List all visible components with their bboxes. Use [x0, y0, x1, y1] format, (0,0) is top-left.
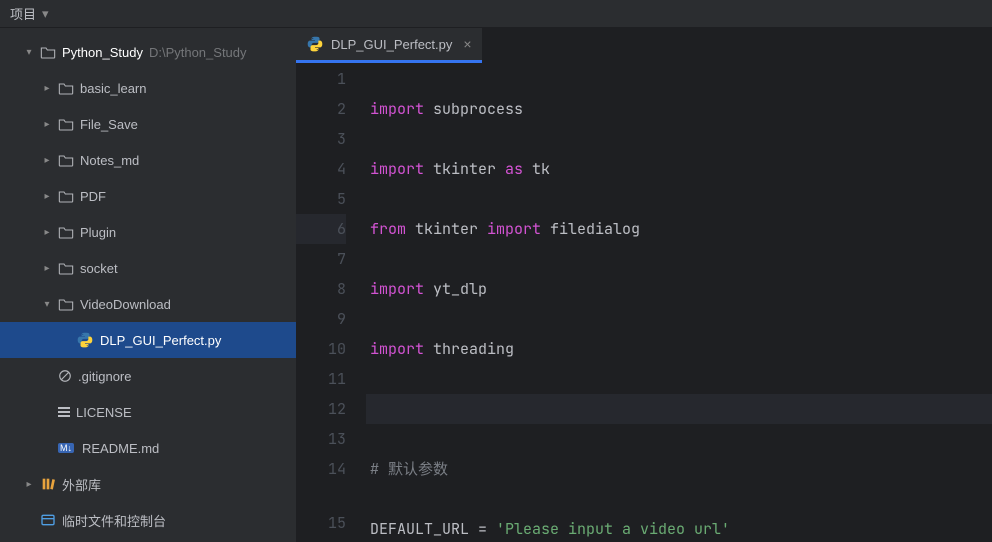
folder-label: basic_learn [80, 81, 147, 96]
project-sidebar: ▾ Python_Study D:\Python_Study ▸ basic_l… [0, 28, 296, 542]
project-path: D:\Python_Study [149, 45, 247, 60]
file-label: README.md [82, 441, 159, 456]
folder-label: File_Save [80, 117, 138, 132]
folder-label: PDF [80, 189, 106, 204]
folder-basic-learn[interactable]: ▸ basic_learn [0, 70, 296, 106]
chevron-right-icon[interactable]: ▸ [40, 83, 54, 94]
folder-videodownload[interactable]: ▾ VideoDownload [0, 286, 296, 322]
file-license[interactable]: LICENSE [0, 394, 296, 430]
editor-tabbar: DLP_GUI_Perfect.py × [296, 28, 992, 64]
chevron-down-icon[interactable]: ▾ [42, 6, 49, 22]
editor-panel: DLP_GUI_Perfect.py × 1 2 3 4 5 6 7 8 9 1… [296, 28, 992, 542]
chevron-right-icon[interactable]: ▸ [22, 479, 36, 490]
folder-pdf[interactable]: ▸ PDF [0, 178, 296, 214]
folder-icon [40, 45, 56, 59]
folder-label: VideoDownload [80, 297, 171, 312]
project-header-title[interactable]: 项目 [10, 4, 36, 23]
tab-label: DLP_GUI_Perfect.py [331, 37, 452, 52]
line-number-gutter: 1 2 3 4 5 6 7 8 9 10 11 12 13 14 15 [296, 64, 366, 542]
folder-icon [58, 261, 74, 275]
folder-notes-md[interactable]: ▸ Notes_md [0, 142, 296, 178]
folder-icon [58, 225, 74, 239]
close-icon[interactable]: × [463, 36, 471, 52]
scratches-consoles[interactable]: 临时文件和控制台 [0, 502, 296, 538]
library-icon [40, 476, 56, 492]
markdown-icon: M↓ [58, 443, 76, 453]
chevron-right-icon[interactable]: ▸ [40, 227, 54, 238]
file-label: DLP_GUI_Perfect.py [100, 333, 221, 348]
project-root[interactable]: ▾ Python_Study D:\Python_Study [0, 34, 296, 70]
folder-icon [58, 189, 74, 203]
external-lib-label: 外部库 [62, 475, 101, 494]
file-dlp-gui-perfect[interactable]: DLP_GUI_Perfect.py [0, 322, 296, 358]
folder-file-save[interactable]: ▸ File_Save [0, 106, 296, 142]
folder-icon [58, 297, 74, 311]
project-header: 项目 ▾ [0, 0, 992, 28]
chevron-right-icon[interactable]: ▸ [40, 119, 54, 130]
folder-icon [58, 81, 74, 95]
file-label: .gitignore [78, 369, 131, 384]
folder-socket[interactable]: ▸ socket [0, 250, 296, 286]
file-readme[interactable]: M↓ README.md [0, 430, 296, 466]
external-libraries[interactable]: ▸ 外部库 [0, 466, 296, 502]
folder-label: socket [80, 261, 118, 276]
chevron-right-icon[interactable]: ▸ [40, 263, 54, 274]
folder-plugin[interactable]: ▸ Plugin [0, 214, 296, 250]
text-file-icon [58, 407, 70, 417]
folder-label: Plugin [80, 225, 116, 240]
chevron-right-icon[interactable]: ▸ [40, 155, 54, 166]
code-content[interactable]: import subprocess import tkinter as tk f… [366, 64, 992, 542]
file-label: LICENSE [76, 405, 132, 420]
python-file-icon [76, 331, 94, 349]
code-editor[interactable]: 1 2 3 4 5 6 7 8 9 10 11 12 13 14 15 impo… [296, 64, 992, 542]
folder-icon [58, 117, 74, 131]
python-file-icon [306, 35, 324, 53]
project-name: Python_Study [62, 45, 143, 60]
scratch-label: 临时文件和控制台 [62, 511, 166, 530]
chevron-down-icon[interactable]: ▾ [40, 299, 54, 310]
gitignore-icon [58, 369, 72, 383]
chevron-right-icon[interactable]: ▸ [40, 191, 54, 202]
editor-tab-active[interactable]: DLP_GUI_Perfect.py × [296, 28, 482, 63]
folder-label: Notes_md [80, 153, 139, 168]
folder-icon [58, 153, 74, 167]
scratch-icon [40, 512, 56, 528]
file-gitignore[interactable]: .gitignore [0, 358, 296, 394]
chevron-down-icon[interactable]: ▾ [22, 47, 36, 58]
